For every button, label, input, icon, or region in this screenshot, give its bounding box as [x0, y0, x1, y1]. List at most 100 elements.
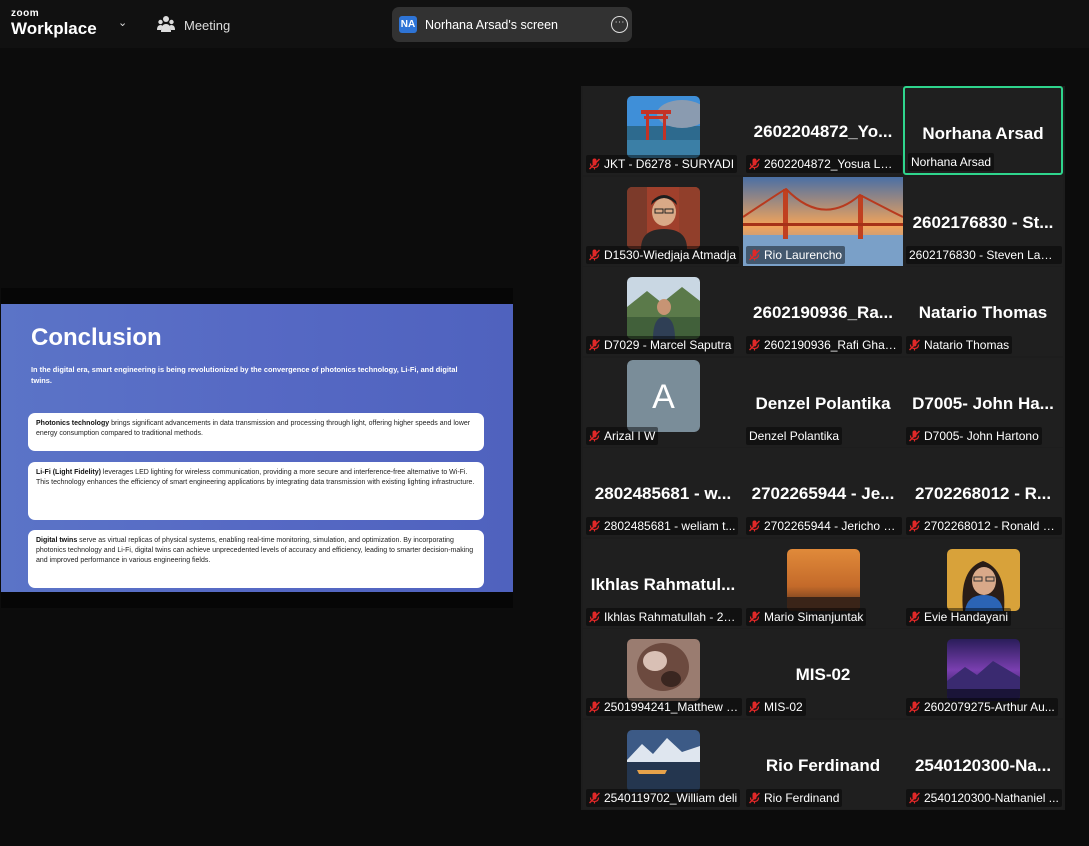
participant-name-label: 2602079275-Arthur Au... — [906, 698, 1058, 716]
participant-video — [627, 639, 700, 701]
muted-mic-icon — [589, 158, 600, 170]
muted-mic-icon — [909, 611, 920, 623]
participant-name-label: Denzel Polantika — [746, 427, 843, 445]
participant-tile[interactable]: 2702265944 - Je... 2702265944 - Jericho J… — [743, 448, 903, 537]
participant-display-name: 2602204872_Yo... — [753, 122, 893, 141]
participant-tile[interactable]: 2602079275-Arthur Au... — [903, 629, 1063, 718]
participant-tile[interactable]: Rio Ferdinand Rio Ferdinand — [743, 720, 903, 809]
muted-mic-icon — [749, 701, 760, 713]
participant-tile[interactable]: 2602190936_Ra... 2602190936_Rafi Ghazi B — [743, 267, 903, 356]
participant-tile[interactable]: JKT - D6278 - SURYADI — [583, 86, 743, 175]
zoom-workplace-logo[interactable]: zoom Workplace — [11, 8, 97, 38]
participant-tile[interactable]: 2702268012 - R... 2702268012 - Ronald C..… — [903, 448, 1063, 537]
participant-name: MIS-02 — [764, 700, 803, 714]
participant-name: 2501994241_Matthew F... — [604, 700, 742, 714]
participant-tile[interactable]: Denzel Polantika Denzel Polantika — [743, 358, 903, 447]
participant-name-label: Evie Handayani — [906, 608, 1012, 626]
card-lifi-text2: This technology enhances the efficiency … — [36, 479, 475, 486]
muted-mic-icon — [589, 611, 600, 623]
participant-tile[interactable]: 2602176830 - St... 2602176830 - Steven La… — [903, 177, 1063, 266]
muted-mic-icon — [749, 249, 760, 261]
participant-name-label: MIS-02 — [746, 698, 806, 716]
participant-display-name: MIS-02 — [795, 665, 851, 684]
more-options-icon[interactable]: ⋯ — [611, 16, 628, 33]
screen-share-indicator[interactable]: NA Norhana Arsad's screen ⋯ — [392, 7, 632, 42]
participant-name-label: Rio Ferdinand — [746, 789, 843, 807]
participant-tile[interactable]: 2540120300-Na... 2540120300-Nathaniel ... — [903, 720, 1063, 809]
participant-video — [947, 549, 1020, 611]
muted-mic-icon — [909, 339, 920, 351]
participant-display-name: 2702268012 - R... — [914, 484, 1052, 503]
participant-video — [627, 96, 700, 158]
slide-intro: In the digital era, smart engineering is… — [31, 365, 458, 385]
participant-tile[interactable]: D7029 - Marcel Saputra — [583, 267, 743, 356]
participant-name-label: 2501994241_Matthew F... — [586, 698, 742, 716]
participant-tile[interactable]: Ikhlas Rahmatul... Ikhlas Rahmatullah - 2… — [583, 539, 743, 628]
participant-name: Ikhlas Rahmatullah - 27... — [604, 610, 741, 624]
participant-name: Rio Ferdinand — [764, 791, 840, 805]
participant-tile[interactable]: Natario Thomas Natario Thomas — [903, 267, 1063, 356]
participant-display-name: 2702265944 - Je... — [751, 484, 895, 503]
participant-name-label: D7029 - Marcel Saputra — [586, 336, 735, 354]
card-digital-twins: Digital twins serve as virtual replicas … — [28, 530, 484, 588]
participant-tile[interactable]: 2540119702_William deli — [583, 720, 743, 809]
card-photonics: Photonics technology brings significant … — [28, 413, 484, 451]
participant-display-name: 2802485681 - w... — [594, 484, 732, 503]
presentation-slide: Conclusion In the digital era, smart eng… — [1, 304, 513, 592]
muted-mic-icon — [589, 520, 600, 532]
participant-name: Natario Thomas — [924, 338, 1010, 352]
top-bar: zoom Workplace ⌄ Meeting NA Norhana Arsa… — [0, 0, 1089, 48]
participant-name-label: D1530-Wiedjaja Atmadja — [586, 246, 740, 264]
participant-name: 2702265944 - Jericho J... — [764, 519, 900, 533]
participant-name: Rio Laurencho — [764, 248, 843, 262]
participant-name-label: 2540119702_William deli — [586, 789, 741, 807]
avatar: A — [627, 360, 700, 432]
participant-tile[interactable]: Norhana Arsad Norhana Arsad — [903, 86, 1063, 175]
participant-tile[interactable]: Mario Simanjuntak — [743, 539, 903, 628]
participant-name-label: 2602176830 - Steven Lawr... — [906, 246, 1062, 264]
participant-tile[interactable]: A Arizal I W — [583, 358, 743, 447]
shared-screen: Conclusion In the digital era, smart eng… — [1, 288, 513, 608]
muted-mic-icon — [909, 430, 920, 442]
participant-name: D1530-Wiedjaja Atmadja — [604, 248, 737, 262]
participant-name-label: D7005- John Hartono — [906, 427, 1042, 445]
muted-mic-icon — [589, 249, 600, 261]
participant-name: JKT - D6278 - SURYADI — [604, 157, 735, 171]
chevron-down-icon[interactable]: ⌄ — [118, 16, 127, 29]
participant-name-label: 2702268012 - Ronald C... — [906, 517, 1062, 535]
meeting-participants-icon[interactable] — [157, 15, 175, 33]
participant-name: 2540120300-Nathaniel ... — [924, 791, 1059, 805]
card-digital-twins-heading: Digital twins — [36, 537, 78, 544]
participant-video — [627, 730, 700, 792]
svg-text:A: A — [652, 378, 675, 416]
participant-name-label: 2802485681 - weliam t... — [586, 517, 739, 535]
participant-tile[interactable]: 2501994241_Matthew F... — [583, 629, 743, 718]
participant-name-label: JKT - D6278 - SURYADI — [586, 155, 738, 173]
participant-name-label: Mario Simanjuntak — [746, 608, 867, 626]
card-lifi-heading: Li-Fi (Light Fidelity) — [36, 469, 101, 476]
participant-tile[interactable]: Rio Laurencho — [743, 177, 903, 266]
participant-tile[interactable]: Evie Handayani — [903, 539, 1063, 628]
muted-mic-icon — [909, 520, 920, 532]
share-label: Norhana Arsad's screen — [425, 18, 559, 32]
muted-mic-icon — [909, 701, 920, 713]
participant-tile[interactable]: D1530-Wiedjaja Atmadja — [583, 177, 743, 266]
participant-tile[interactable]: 2602204872_Yo... 2602204872_Yosua Lum... — [743, 86, 903, 175]
participant-name: 2602204872_Yosua Lum... — [764, 157, 902, 171]
participant-name-label: Norhana Arsad — [908, 153, 995, 171]
participant-name: Evie Handayani — [924, 610, 1009, 624]
meeting-menu-label[interactable]: Meeting — [184, 18, 230, 33]
muted-mic-icon — [589, 792, 600, 804]
participant-display-name: Norhana Arsad — [922, 124, 1044, 143]
muted-mic-icon — [749, 158, 760, 170]
participant-name: 2802485681 - weliam t... — [604, 519, 736, 533]
participant-tile[interactable]: 2802485681 - w... 2802485681 - weliam t..… — [583, 448, 743, 537]
participant-name: Denzel Polantika — [749, 429, 840, 443]
participant-gallery: JKT - D6278 - SURYADI 2602204872_Yo... 260… — [581, 86, 1065, 810]
muted-mic-icon — [749, 520, 760, 532]
logo-line1: zoom — [11, 8, 40, 19]
participant-name: 2602079275-Arthur Au... — [924, 700, 1055, 714]
participant-display-name: D7005- John Ha... — [912, 394, 1054, 413]
participant-tile[interactable]: MIS-02 MIS-02 — [743, 629, 903, 718]
participant-tile[interactable]: D7005- John Ha... D7005- John Hartono — [903, 358, 1063, 447]
